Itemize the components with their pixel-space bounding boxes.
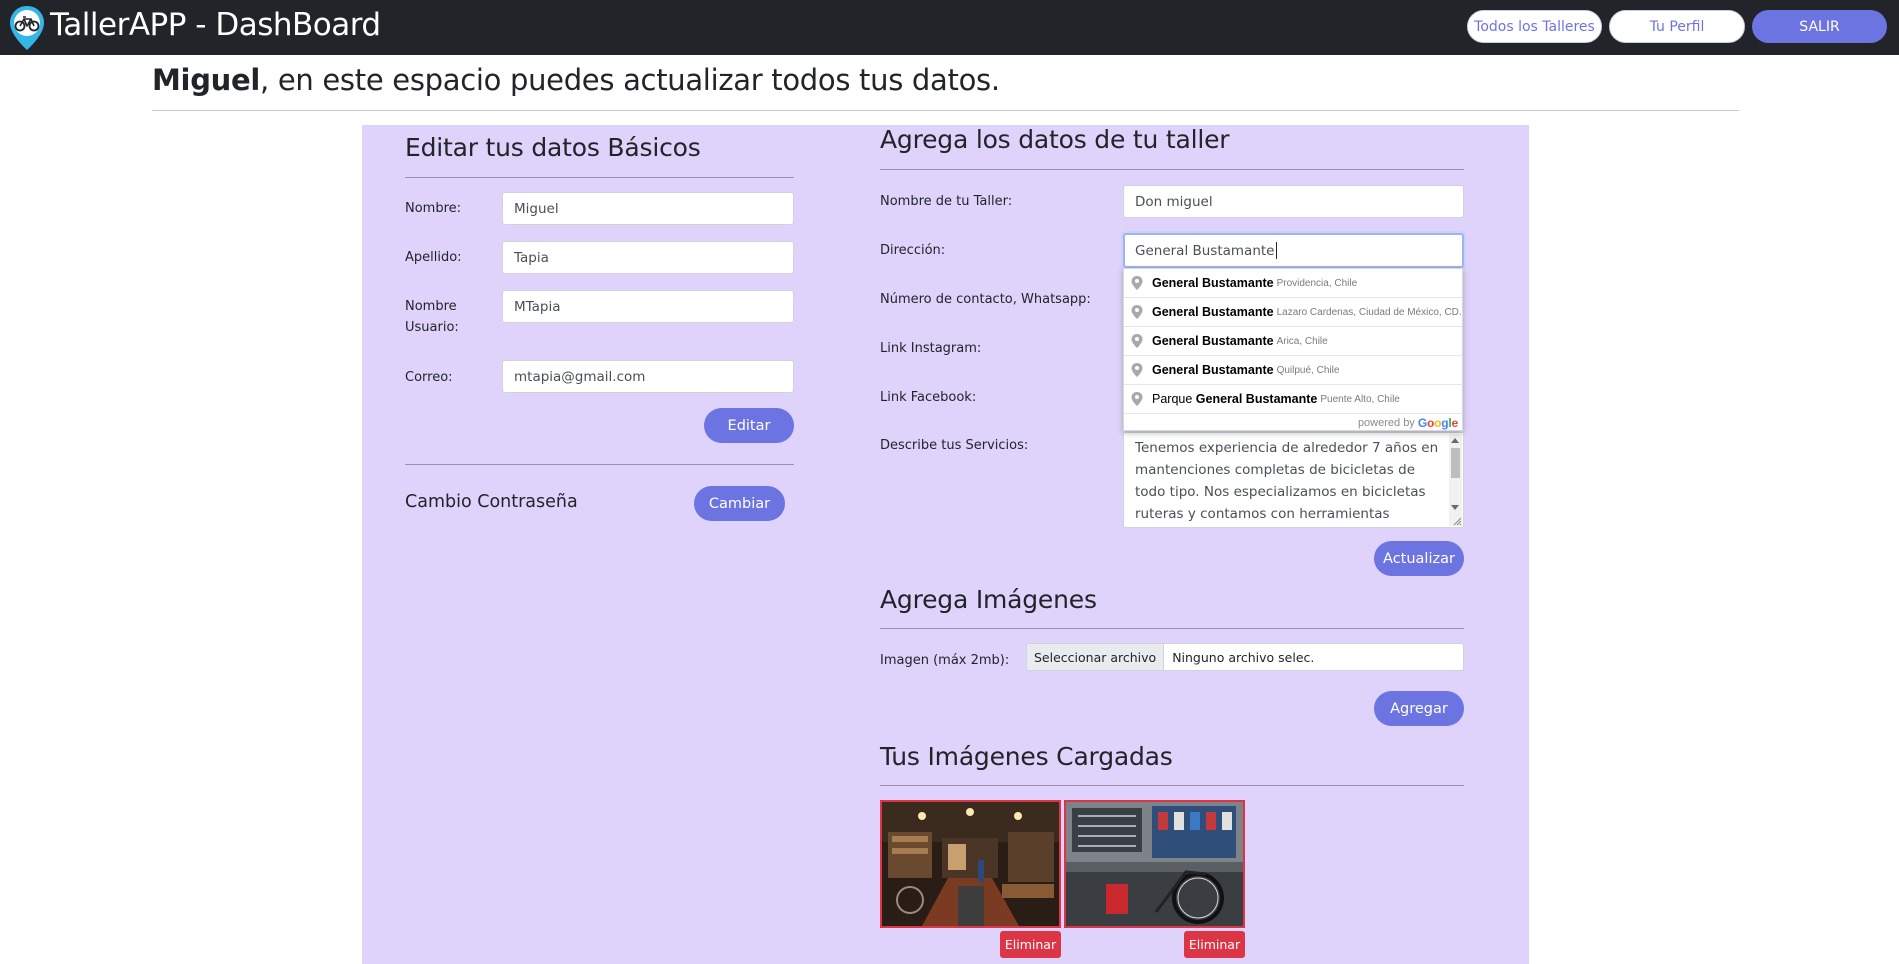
app-title: TallerAPP - DashBoard	[50, 7, 381, 43]
add-images-title: Agrega Imágenes	[880, 585, 1097, 614]
uploaded-image-1[interactable]	[880, 800, 1061, 928]
location-pin-icon	[1131, 305, 1143, 319]
address-input-value: General Bustamante	[1135, 242, 1275, 259]
services-text: Tenemos experiencia de alrededor 7 años …	[1135, 440, 1439, 522]
suggestion-secondary-text: Quilpué, Chile	[1276, 364, 1340, 376]
email-input[interactable]: mtapia@gmail.com	[502, 360, 794, 393]
all-workshops-button[interactable]: Todos los Talleres	[1467, 10, 1602, 43]
file-status: Ninguno archivo selec.	[1172, 649, 1315, 665]
address-input[interactable]: General Bustamante	[1123, 233, 1464, 268]
email-label: Correo:	[405, 370, 453, 385]
powered-by-google: powered by Google	[1124, 414, 1462, 432]
first-name-label: Nombre:	[405, 201, 462, 216]
autocomplete-suggestion[interactable]: General Bustamante Lazaro Cardenas, Ciuda…	[1124, 298, 1462, 327]
autocomplete-list: General Bustamante Providencia, Chile Gene…	[1124, 269, 1462, 414]
resize-grip-icon[interactable]	[1452, 516, 1462, 526]
google-logo: Google	[1417, 416, 1458, 430]
basic-data-divider	[405, 177, 794, 178]
scroll-up-arrow-icon[interactable]	[1451, 438, 1459, 443]
password-divider	[405, 464, 794, 465]
powered-by-text: powered by	[1357, 417, 1415, 429]
facebook-label: Link Facebook:	[880, 390, 977, 405]
location-pin-icon	[1131, 363, 1143, 377]
password-change-label: Cambio Contraseña	[405, 492, 578, 512]
logout-button[interactable]: SALIR	[1752, 10, 1887, 43]
greeting-divider	[152, 110, 1739, 111]
location-pin-icon	[1131, 392, 1143, 406]
user-name: Miguel	[152, 63, 261, 97]
add-image-button[interactable]: Agregar	[1374, 691, 1464, 726]
scrollbar-thumb[interactable]	[1451, 448, 1460, 478]
textarea-scrollbar[interactable]	[1449, 434, 1462, 526]
workshop-name-label: Nombre de tu Taller:	[880, 194, 1013, 209]
suggestion-secondary-text: Providencia, Chile	[1276, 277, 1358, 289]
autocomplete-suggestion[interactable]: Parque General Bustamante Puente Alto, Ch…	[1124, 385, 1462, 414]
uploaded-images-divider	[880, 785, 1464, 786]
workshop-data-title: Agrega los datos de tu taller	[880, 125, 1230, 154]
update-button[interactable]: Actualizar	[1374, 541, 1464, 576]
uploaded-images-title: Tus Imágenes Cargadas	[880, 742, 1173, 771]
autocomplete-suggestion[interactable]: General Bustamante Providencia, Chile	[1124, 269, 1462, 298]
phone-label: Número de contacto, Whatsapp:	[880, 292, 1091, 307]
suggestion-secondary-text: Arica, Chile	[1276, 335, 1328, 347]
suggestion-main-text: General Bustamante	[1152, 334, 1274, 348]
page-greeting: Miguel, en este espacio puedes actualiza…	[152, 58, 1000, 102]
top-navbar: TallerAPP - DashBoard Todos los Talleres…	[0, 0, 1899, 55]
select-file-button[interactable]: Seleccionar archivo	[1027, 644, 1165, 670]
image-file-input[interactable]: Seleccionar archivo Ninguno archivo sele…	[1026, 643, 1464, 671]
suggestion-main-text: Parque General Bustamante	[1152, 392, 1318, 406]
bicycle-map-pin-icon	[10, 6, 44, 50]
suggestion-secondary-text: Puente Alto, Chile	[1320, 393, 1400, 405]
scroll-down-arrow-icon[interactable]	[1451, 505, 1459, 510]
first-name-input[interactable]: Miguel	[502, 192, 794, 225]
username-label: Nombre Usuario:	[405, 299, 459, 335]
autocomplete-suggestion[interactable]: General Bustamante Arica, Chile	[1124, 327, 1462, 356]
delete-image-1-button[interactable]: Eliminar	[1000, 931, 1061, 958]
suggestion-main-text: General Bustamante	[1152, 276, 1274, 290]
last-name-label: Apellido:	[405, 250, 462, 265]
suggestion-main-text: General Bustamante	[1152, 363, 1274, 377]
last-name-input[interactable]: Tapia	[502, 241, 794, 274]
profile-button[interactable]: Tu Perfil	[1609, 10, 1745, 43]
add-images-divider	[880, 628, 1464, 629]
username-input[interactable]: MTapia	[502, 290, 794, 323]
uploaded-image-2[interactable]	[1064, 800, 1245, 928]
location-pin-icon	[1131, 276, 1143, 290]
text-cursor	[1275, 242, 1277, 259]
suggestion-secondary-text: Lazaro Cardenas, Ciudad de México, CD...	[1276, 306, 1462, 318]
instagram-label: Link Instagram:	[880, 341, 982, 356]
workshop-data-divider	[880, 169, 1464, 170]
autocomplete-suggestion[interactable]: General Bustamante Quilpué, Chile	[1124, 356, 1462, 385]
services-textarea[interactable]: Tenemos experiencia de alrededor 7 años …	[1123, 432, 1464, 528]
change-password-button[interactable]: Cambiar	[694, 486, 785, 521]
workshop-name-input[interactable]: Don miguel	[1123, 185, 1464, 218]
basic-data-title: Editar tus datos Básicos	[405, 133, 701, 162]
suggestion-main-text: General Bustamante	[1152, 305, 1274, 319]
address-autocomplete-dropdown: General Bustamante Providencia, Chile Gene…	[1123, 268, 1463, 431]
services-label: Describe tus Servicios:	[880, 438, 1029, 453]
image-label: Imagen (máx 2mb):	[880, 653, 1010, 668]
location-pin-icon	[1131, 334, 1143, 348]
address-label: Dirección:	[880, 243, 946, 258]
greeting-text: , en este espacio puedes actualizar todo…	[260, 63, 1000, 97]
edit-button[interactable]: Editar	[704, 408, 794, 443]
delete-image-2-button[interactable]: Eliminar	[1184, 931, 1245, 958]
